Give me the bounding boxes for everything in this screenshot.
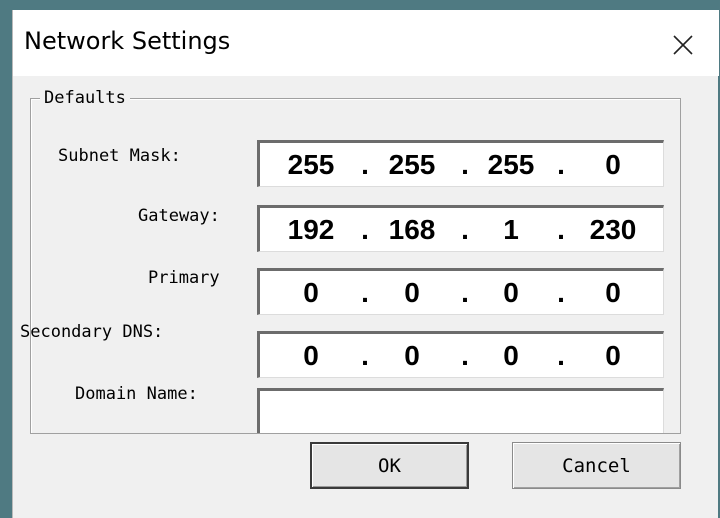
subnet-mask-octet-3: 255 <box>487 149 535 180</box>
gateway-label: Gateway: <box>138 206 220 226</box>
gateway-octet-3: 1 <box>503 214 519 245</box>
secondary-dns-octet-2: 0 <box>404 340 420 371</box>
gateway-octet-4: 230 <box>589 214 637 245</box>
octet-separator: . <box>361 340 369 371</box>
subnet-mask-octet-2: 255 <box>388 149 436 180</box>
ok-button[interactable]: OK <box>310 442 469 489</box>
domain-name-input[interactable] <box>257 388 664 433</box>
subnet-mask-label: Subnet Mask: <box>58 146 181 166</box>
octet-separator: . <box>461 214 469 245</box>
secondary-dns-input[interactable]: 0 . 0 . 0 . 0 <box>257 331 664 378</box>
primary-dns-input[interactable]: 0 . 0 . 0 . 0 <box>257 268 664 315</box>
defaults-legend: Defaults <box>40 88 130 108</box>
dialog-title: Network Settings <box>24 27 231 55</box>
secondary-dns-octet-3: 0 <box>503 340 519 371</box>
cancel-button[interactable]: Cancel <box>512 442 681 489</box>
octet-separator: . <box>557 277 565 308</box>
subnet-mask-octet-4: 0 <box>605 149 621 180</box>
primary-dns-octet-3: 0 <box>503 277 519 308</box>
title-bar: Network Settings <box>13 10 719 76</box>
subnet-mask-octet-1: 255 <box>287 149 335 180</box>
octet-separator: . <box>461 277 469 308</box>
octet-separator: . <box>557 214 565 245</box>
secondary-dns-octet-1: 0 <box>303 340 319 371</box>
octet-separator: . <box>361 214 369 245</box>
gateway-input[interactable]: 192 . 168 . 1 . 230 <box>257 205 664 252</box>
gateway-octet-1: 192 <box>287 214 335 245</box>
gateway-octet-2: 168 <box>388 214 436 245</box>
secondary-dns-octet-4: 0 <box>605 340 621 371</box>
octet-separator: . <box>461 340 469 371</box>
close-button[interactable] <box>665 27 701 63</box>
primary-dns-label: Primary <box>148 268 220 288</box>
octet-separator: . <box>361 149 369 180</box>
primary-dns-octet-4: 0 <box>605 277 621 308</box>
primary-dns-octet-1: 0 <box>303 277 319 308</box>
octet-separator: . <box>461 149 469 180</box>
octet-separator: . <box>361 277 369 308</box>
subnet-mask-input[interactable]: 255 . 255 . 255 . 0 <box>257 140 664 187</box>
domain-name-label: Domain Name: <box>75 384 198 404</box>
octet-separator: . <box>557 340 565 371</box>
close-icon <box>673 35 693 55</box>
octet-separator: . <box>557 149 565 180</box>
primary-dns-octet-2: 0 <box>404 277 420 308</box>
secondary-dns-label: Secondary DNS: <box>20 322 164 342</box>
